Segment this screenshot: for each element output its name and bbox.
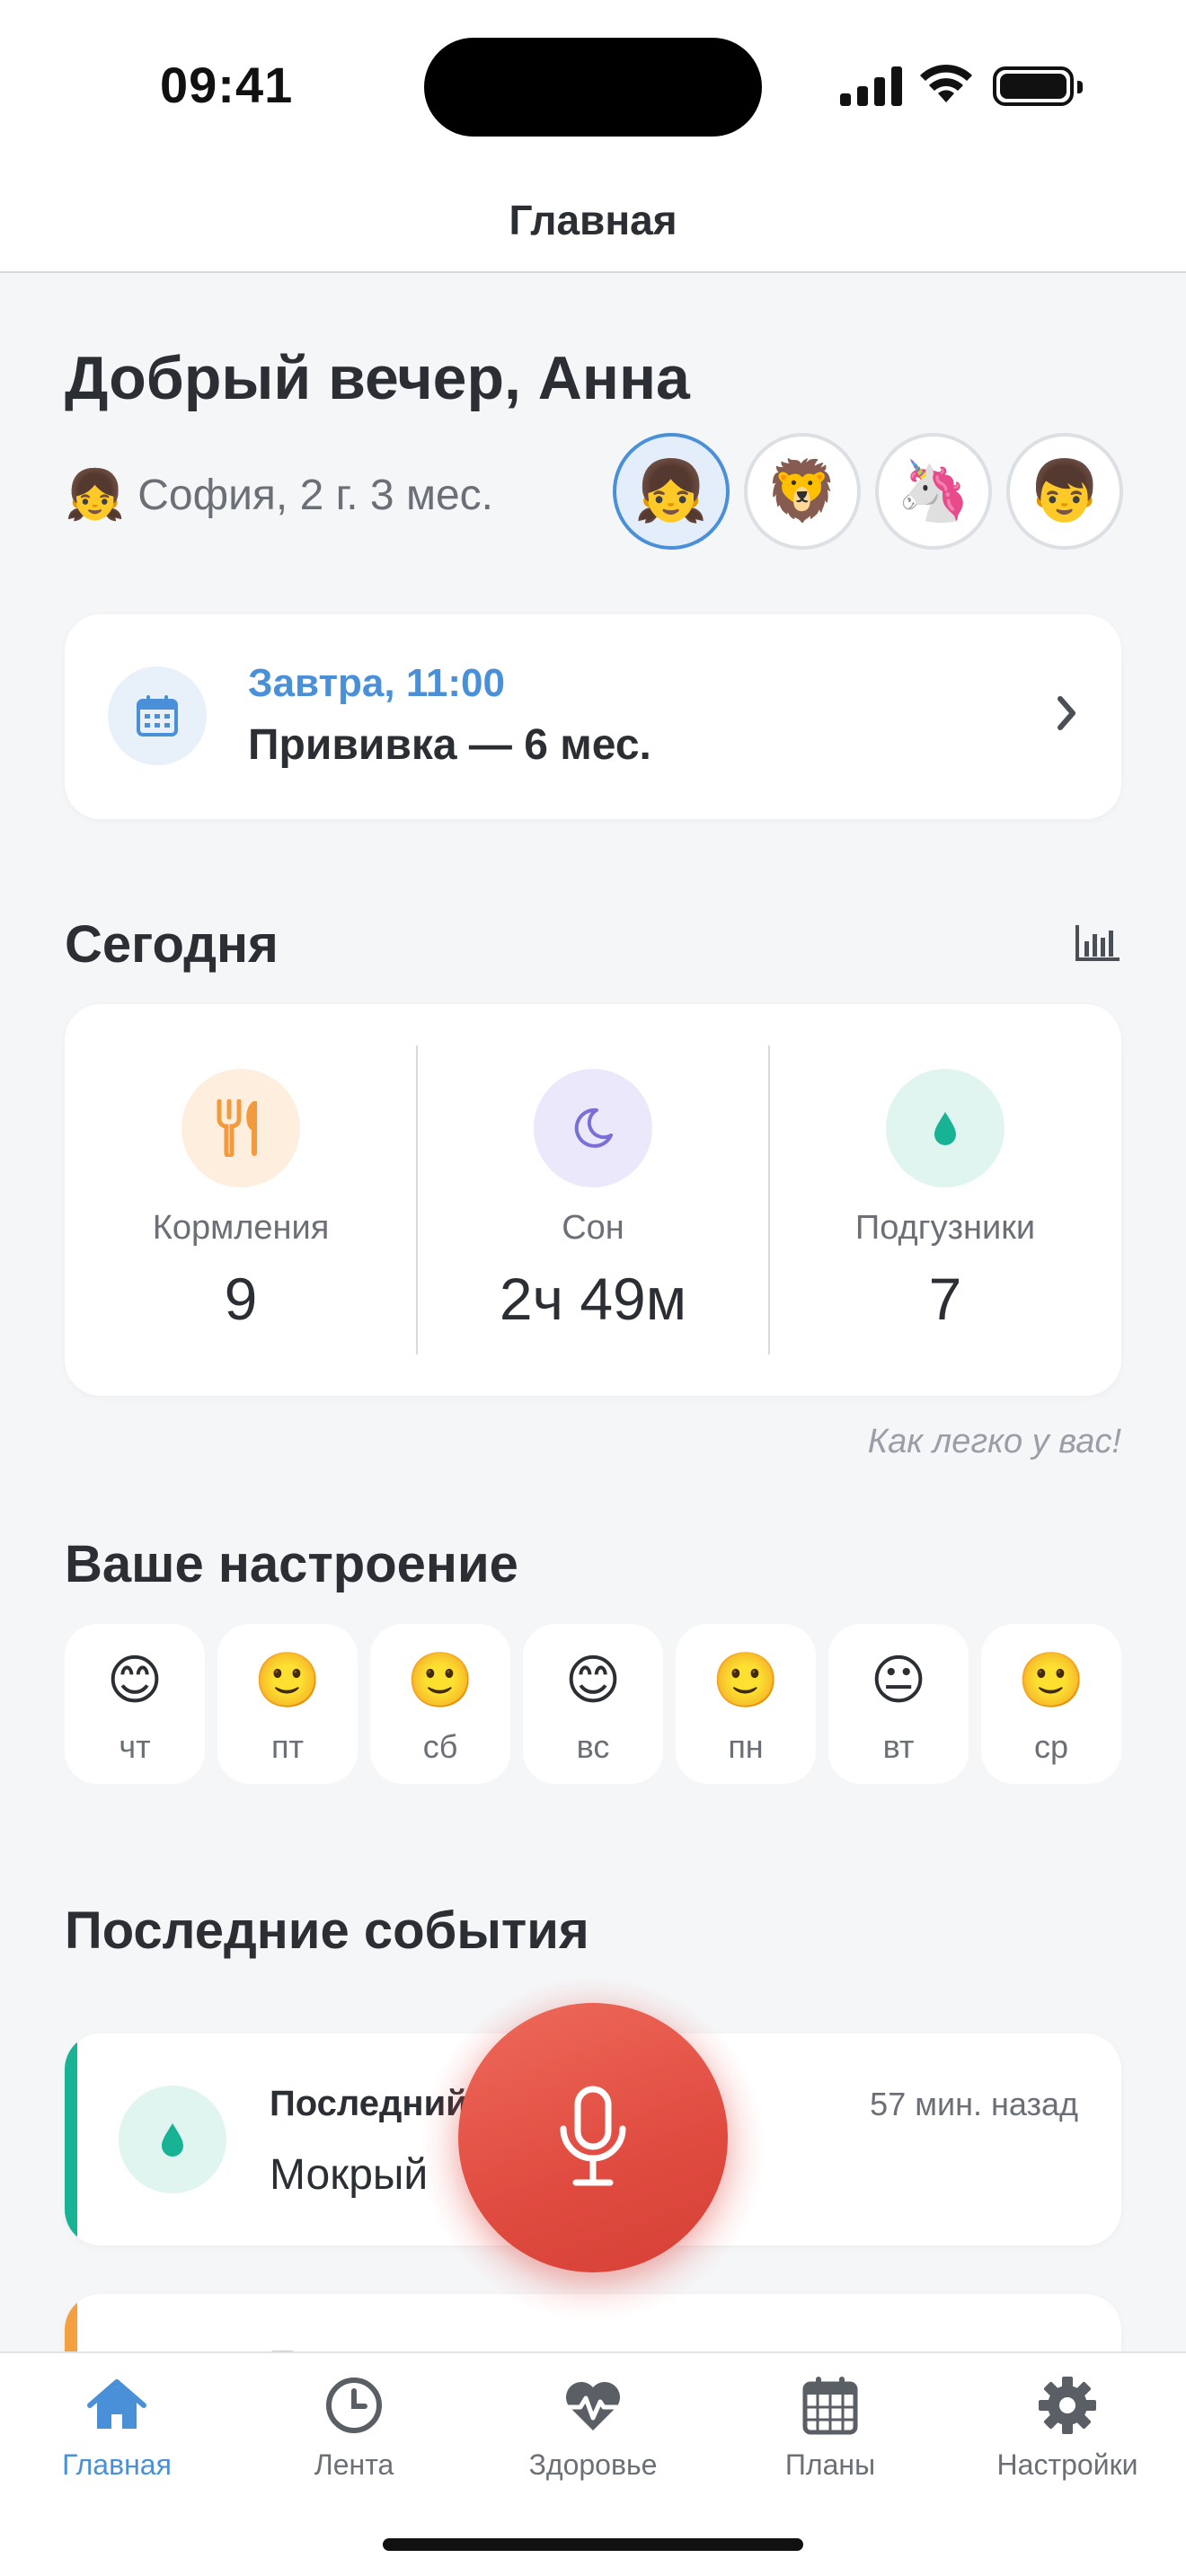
dynamic-island [424,38,762,137]
event-value: Мокрый [270,2151,429,2199]
mood-emoji-icon: 😊 [106,1650,164,1710]
tab-plans[interactable]: Планы [731,2373,929,2482]
drop-icon [119,2086,226,2193]
mood-day-item[interactable]: 🙂 сб [370,1624,510,1784]
appointment-time: Завтра, 11:00 [248,661,505,705]
bar-chart-icon[interactable] [1075,923,1121,963]
mood-emoji-icon: 😐 [870,1650,927,1710]
stat-label: Сон [562,1209,624,1247]
today-section-title: Сегодня [65,915,279,974]
fork-knife-icon [181,1069,300,1187]
mood-day-label: вс [576,1728,610,1765]
heart-pulse-icon [564,2381,622,2430]
mood-day-item[interactable]: 🙂 пн [676,1624,816,1784]
nav-header: Главная [0,180,1186,273]
avatar-child-2[interactable]: 🦁 [744,433,861,550]
chevron-right-icon [1058,696,1075,730]
tab-label: Здоровье [528,2448,658,2481]
mood-emoji-icon: 🙂 [1017,1650,1085,1710]
mood-day-item[interactable]: 😐 вт [828,1624,969,1784]
mood-emoji-icon: 🙂 [253,1650,322,1710]
clock-icon [326,2378,382,2433]
mood-day-label: пн [728,1728,764,1765]
encouragement-text: Как легко у вас! [867,1423,1121,1460]
mood-emoji-icon: 😊 [564,1650,622,1710]
mood-day-item[interactable]: 😊 вс [523,1624,663,1784]
tab-label: Главная [62,2448,172,2481]
stat-diapers[interactable]: Подгузники 7 [769,1004,1121,1396]
tab-label: Лента [314,2448,394,2481]
mood-emoji-icon: 🙂 [406,1650,474,1710]
appointment-title: Прививка — 6 мес. [248,721,651,769]
wifi-icon [920,64,972,102]
voice-input-button[interactable] [458,2003,728,2272]
home-indicator [383,2538,803,2551]
today-stats-card: Кормления 9 Сон 2ч 49м Подгузники 7 [65,1004,1121,1396]
upcoming-appointment-card[interactable]: Завтра, 11:00 Прививка — 6 мес. [65,614,1121,819]
status-time: 09:41 [160,57,294,113]
tab-home[interactable]: Главная [18,2373,216,2482]
tab-label: Планы [784,2448,876,2481]
tab-settings[interactable]: Настройки [969,2373,1166,2482]
child-emoji-icon: 👧 [65,468,126,522]
avatar-child-4[interactable]: 👦 [1006,433,1123,550]
gear-icon [1039,2377,1096,2434]
mood-day-label: пт [271,1728,304,1765]
stat-value: 7 [928,1266,962,1332]
stat-feedings[interactable]: Кормления 9 [65,1004,417,1396]
tab-label: Настройки [996,2448,1138,2481]
avatar-child-1[interactable]: 👧 [613,433,730,550]
mood-day-item[interactable]: 😊 чт [65,1624,205,1784]
mood-section-title: Ваше настроение [65,1535,518,1593]
avatar-child-3[interactable]: 🦄 [875,433,992,550]
child-name-age: София, 2 г. 3 мес. [137,472,493,519]
home-icon [87,2379,146,2429]
stat-label: Кормления [152,1209,330,1247]
microphone-icon [560,2086,626,2186]
drop-icon [886,1069,1005,1187]
calendar-icon [802,2377,858,2435]
calendar-icon [108,666,207,765]
stat-label: Подгузники [854,1209,1036,1247]
battery-icon [993,66,1083,106]
mood-day-label: ср [1033,1728,1069,1765]
mood-day-label: чт [119,1728,151,1765]
page-title: Главная [509,197,677,243]
tab-health[interactable]: Здоровье [494,2373,692,2482]
mood-day-label: сб [422,1728,458,1765]
stat-value: 2ч 49м [499,1266,687,1332]
child-info: 👧 София, 2 г. 3 мес. [65,467,493,524]
cellular-signal-icon [840,66,903,106]
greeting-heading: Добрый вечер, Анна [65,344,690,412]
moon-icon [534,1069,652,1187]
events-section-title: Последние события [65,1901,589,1960]
mood-day-item[interactable]: 🙂 пт [217,1624,358,1784]
event-time: 57 мин. назад [870,2086,1078,2122]
status-bar: 09:41 [0,0,1186,180]
stat-value: 9 [224,1266,258,1332]
child-avatar-switcher: 👧 🦁 🦄 👦 [613,433,1123,550]
tab-feed[interactable]: Лента [255,2373,453,2482]
mood-day-label: вт [882,1728,915,1765]
mood-emoji-icon: 🙂 [712,1650,780,1710]
mood-tracker: 😊 чт 🙂 пт 🙂 сб 😊 вс 🙂 пн 😐 вт 🙂 ср [65,1624,1121,1784]
stat-sleep[interactable]: Сон 2ч 49м [417,1004,769,1396]
mood-day-item[interactable]: 🙂 ср [981,1624,1121,1784]
